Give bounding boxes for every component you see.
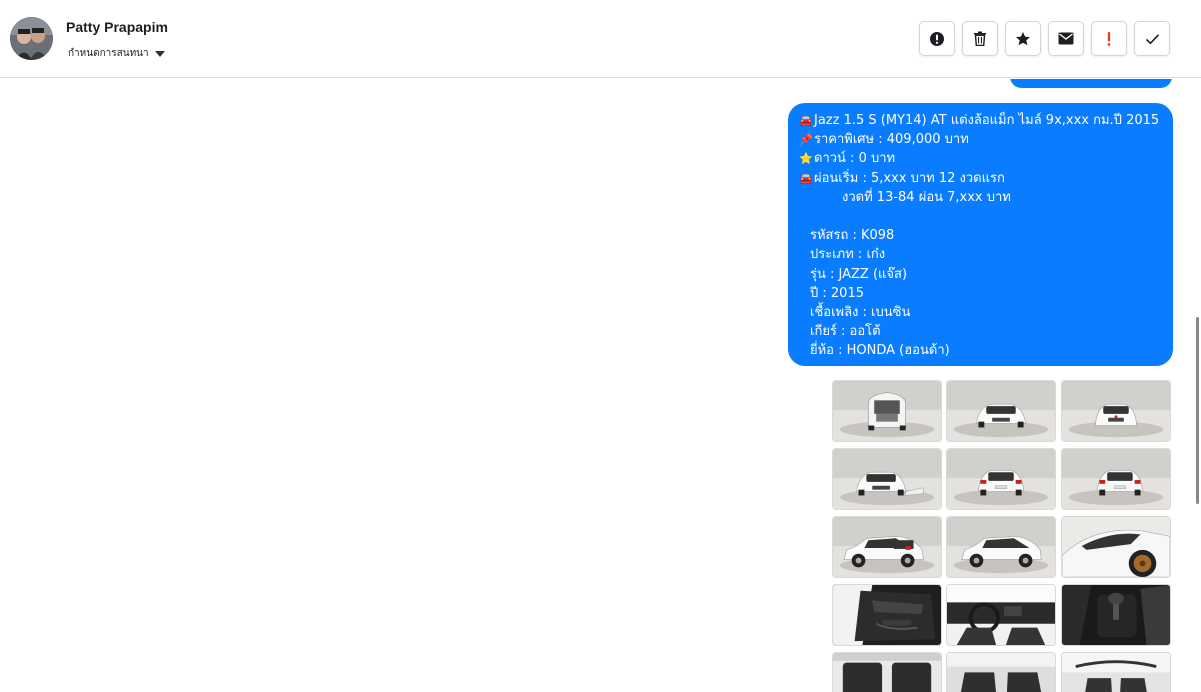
check-icon [1145, 33, 1159, 44]
trash-icon [974, 31, 986, 46]
message-line: 🚘Jazz 1.5 S (MY14) AT แต่งล้อแม็ก ไมล์ 9… [799, 111, 1165, 130]
message-line: 📌ราคาพิเศษ : 409,000 บาท [799, 130, 1165, 149]
car-rear-left-photo[interactable] [832, 516, 942, 578]
conversation-header: Patty Prapapim กำหนดการสนทนา [0, 0, 1201, 78]
message-line: ปี : 2015 [810, 285, 864, 301]
message-line: รหัสรถ : K098 [810, 228, 895, 244]
contact-name[interactable]: Patty Prapapim [66, 19, 168, 35]
exclamation-red-icon [1107, 31, 1111, 46]
message-line: ประเภท : เก๋ง [810, 247, 886, 263]
exclamation-circle-icon [930, 31, 944, 46]
car-front-seat-photo[interactable] [946, 652, 1056, 692]
car-rear-photo[interactable] [946, 448, 1056, 510]
conversation-settings-dropdown[interactable]: กำหนดการสนทนา [68, 46, 165, 61]
car-front-straight-photo[interactable] [1061, 380, 1171, 442]
message-thread[interactable]: 🚘Jazz 1.5 S (MY14) AT แต่งล้อแม็ก ไมล์ 9… [0, 79, 1194, 692]
car-rear-seat-photo[interactable] [832, 652, 942, 692]
mark-done-button[interactable] [1134, 21, 1170, 56]
spam-button[interactable] [919, 21, 955, 56]
pushpin-emoji-icon: 📌 [799, 133, 813, 147]
conversation-settings-label: กำหนดการสนทนา [68, 48, 149, 59]
message-line: 🚘ผ่อนเริ่ม : 5,xxx บาท 12 งวดแรก [799, 169, 1165, 188]
car-cabin-photo[interactable] [1061, 652, 1171, 692]
car-wheel-closeup-photo[interactable] [1061, 516, 1171, 578]
message-line: รุ่น : JAZZ (แจ๊ส) [810, 266, 908, 282]
star-button[interactable] [1005, 21, 1041, 56]
message-line: เชื้อเพลิง : เบนซิน [810, 304, 911, 320]
message-bubble[interactable]: 🚘Jazz 1.5 S (MY14) AT แต่งล้อแม็ก ไมล์ 9… [788, 103, 1173, 366]
delete-button[interactable] [962, 21, 998, 56]
car-front-photo[interactable] [946, 380, 1056, 442]
message-line: งวดที่ 13-84 ผ่อน 7,xxx บาท [842, 189, 1011, 205]
message-line: ยี่ห้อ : HONDA (ฮอนด้า) [810, 343, 950, 359]
caret-down-icon [154, 50, 165, 57]
previous-message-bubble[interactable] [1010, 79, 1172, 88]
car-emoji-icon: 🚘 [799, 171, 813, 185]
avatar[interactable] [10, 17, 53, 60]
car-rear-straight-photo[interactable] [1061, 448, 1171, 510]
car-door-interior-photo[interactable] [832, 584, 942, 646]
car-dashboard-photo[interactable] [946, 584, 1056, 646]
message-line: เกียร์ : ออโต้ [810, 324, 881, 340]
car-side-photo[interactable] [946, 516, 1056, 578]
car-rear-hatch-open-photo[interactable] [832, 380, 942, 442]
car-gear-shift-photo[interactable] [1061, 584, 1171, 646]
car-emoji-icon: 🚘 [799, 114, 813, 127]
star-emoji-icon: ⭐ [799, 152, 813, 166]
car-front-left-photo[interactable] [832, 448, 942, 510]
message-line: ⭐ดาวน์ : 0 บาท [799, 149, 1165, 168]
star-icon [1016, 31, 1030, 45]
scrollbar-thumb[interactable] [1196, 317, 1199, 504]
important-button[interactable] [1091, 21, 1127, 56]
mark-unread-button[interactable] [1048, 21, 1084, 56]
envelope-icon [1058, 32, 1074, 45]
